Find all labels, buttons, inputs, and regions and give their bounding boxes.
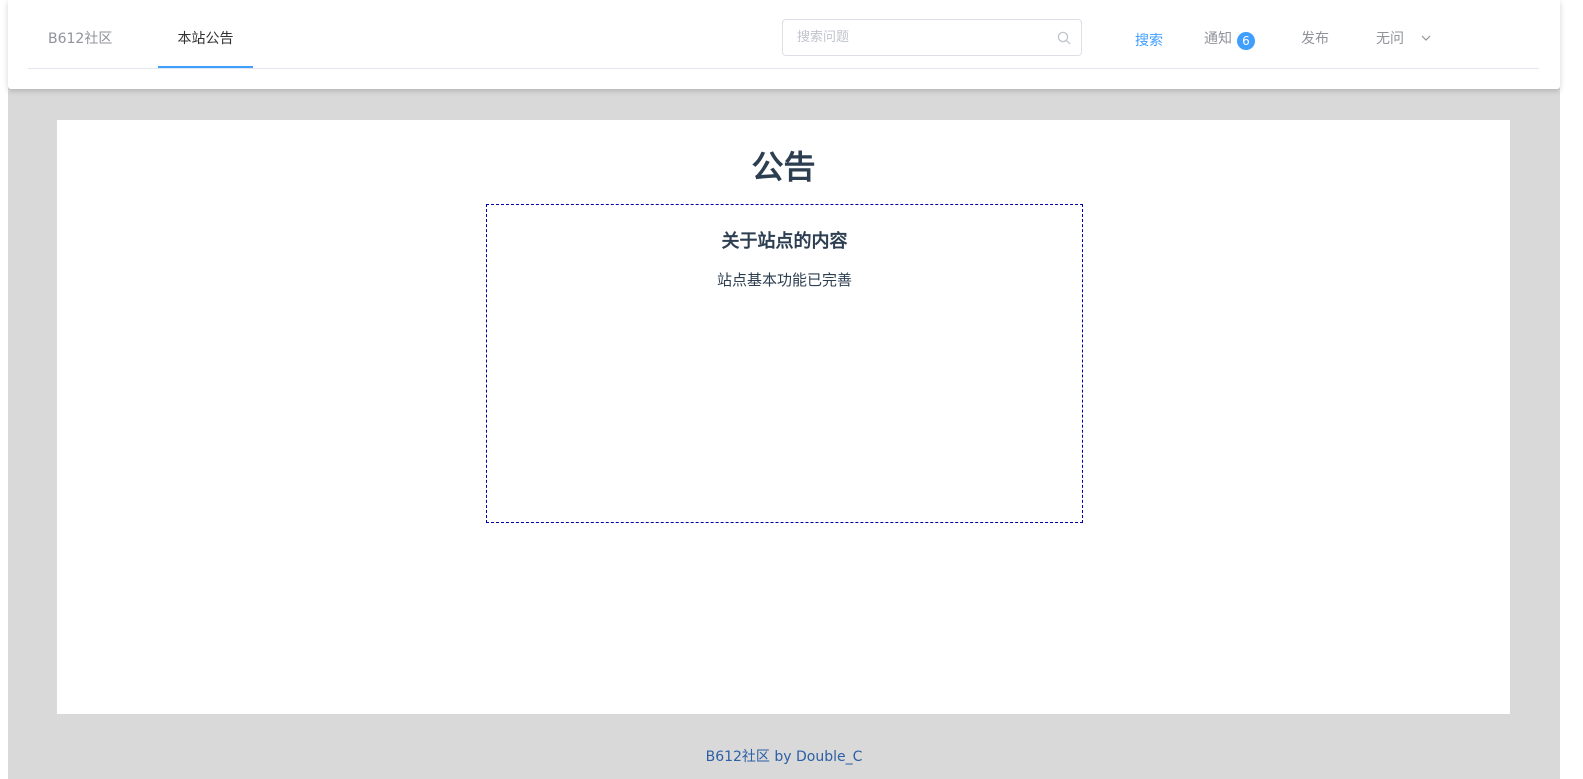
publish-menu-item[interactable]: 发布 (1301, 0, 1329, 68)
search-icon[interactable] (1057, 31, 1071, 45)
chevron-down-icon[interactable] (1420, 32, 1432, 44)
announcement-title: 关于站点的内容 (721, 231, 848, 252)
page-title: 公告 (751, 148, 816, 186)
search-button[interactable]: 搜索 (1135, 0, 1163, 68)
navbar-divider (28, 68, 1539, 69)
announcement-body: 站点基本功能已完善 (716, 271, 852, 289)
search-input[interactable] (783, 20, 1053, 55)
main-content-panel: 公告 关于站点的内容 站点基本功能已完善 (57, 120, 1510, 714)
tab-announcements[interactable]: 本站公告 (158, 0, 253, 68)
notification-count-badge: 6 (1237, 32, 1255, 50)
user-menu-item[interactable]: 无问 (1376, 0, 1404, 68)
top-navbar: B612社区 本站公告 搜索 通知 6 发布 无问 (8, 0, 1560, 89)
nav-brand-link[interactable]: B612社区 (48, 0, 112, 68)
announcement-card: 关于站点的内容 站点基本功能已完善 (486, 204, 1083, 523)
footer-text: B612社区 by Double_C (705, 749, 863, 765)
notifications-menu-item[interactable]: 通知 (1204, 0, 1232, 68)
page-background: B612社区 本站公告 搜索 通知 6 发布 无问 公告 关于站点的内容 站点基… (8, 0, 1560, 779)
search-box (782, 19, 1082, 56)
